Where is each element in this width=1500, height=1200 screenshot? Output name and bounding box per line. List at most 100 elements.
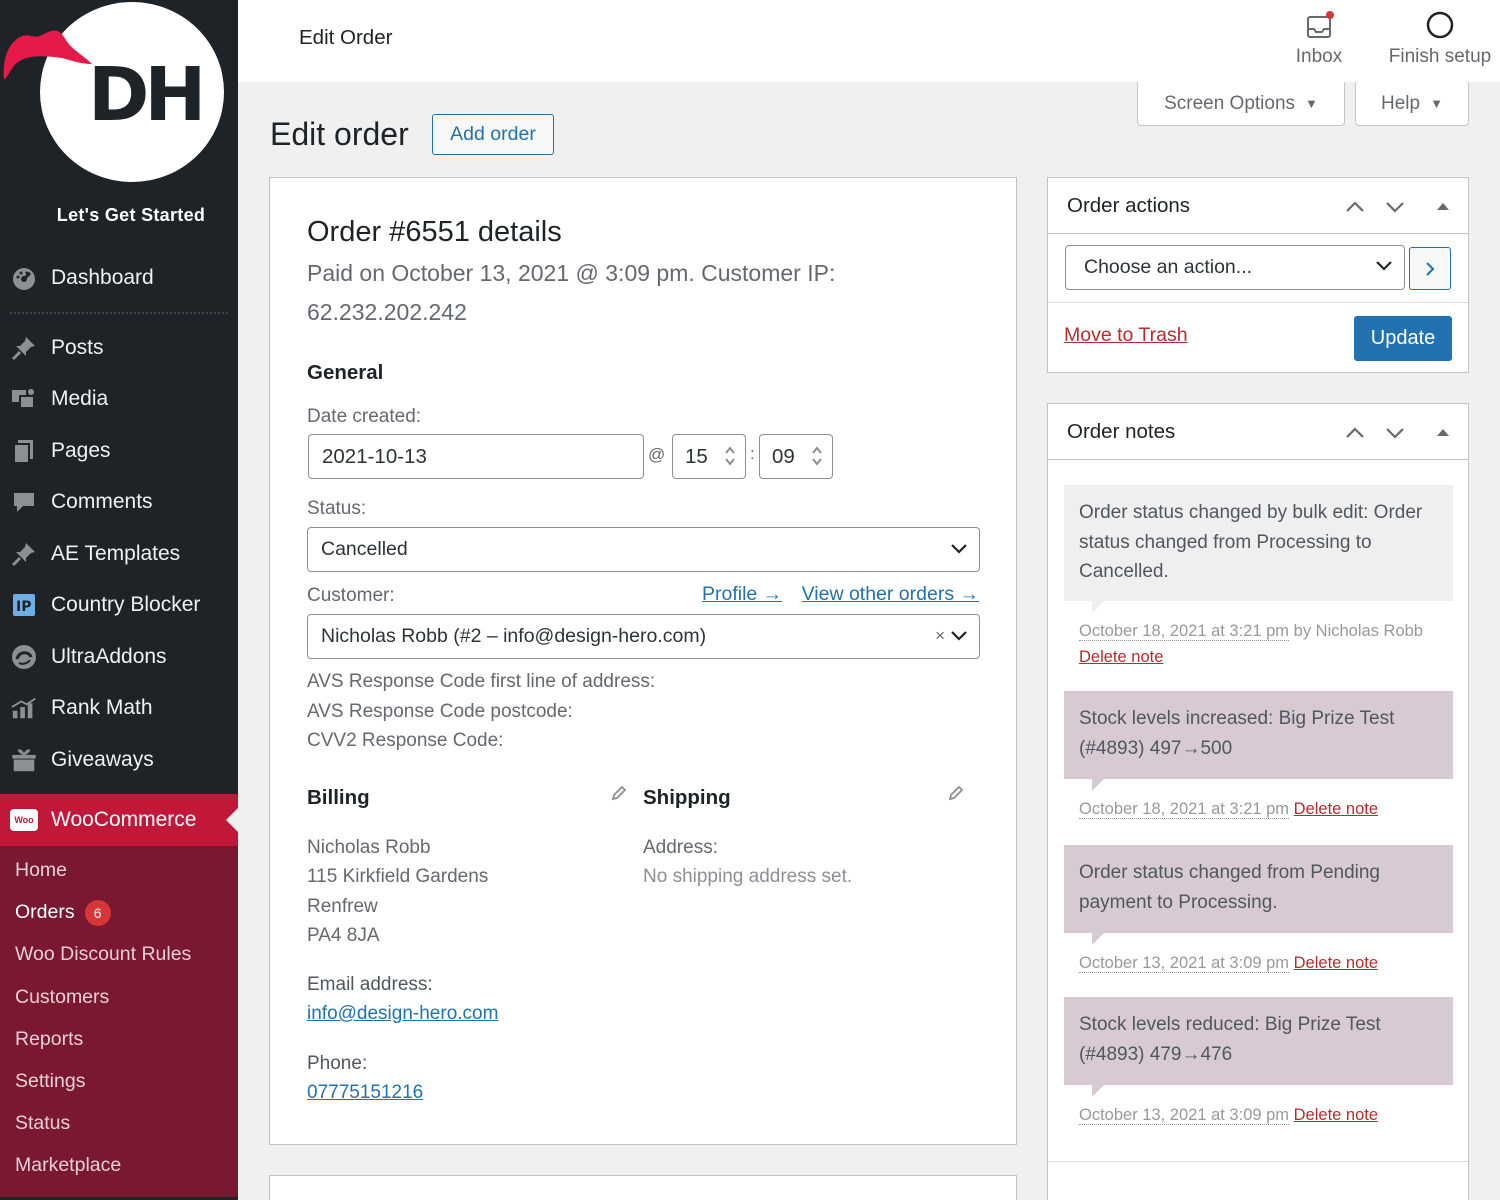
submenu-label: Settings — [15, 1070, 86, 1093]
submenu-item-woo-discount-rules[interactable]: Woo Discount Rules — [0, 934, 238, 976]
submenu-item-orders[interactable]: Orders 6 — [0, 892, 238, 934]
move-down-chevron-icon[interactable] — [1384, 196, 1406, 218]
note-timestamp: October 13, 2021 at 3:09 pm — [1079, 954, 1290, 973]
spinner-icon[interactable] — [723, 444, 737, 468]
update-button[interactable]: Update — [1354, 316, 1452, 361]
divider — [1048, 302, 1468, 303]
page-title: Edit order — [270, 116, 409, 152]
billing-street: 115 Kirkfield Gardens — [307, 866, 489, 887]
sidebar-item-woocommerce[interactable]: Woo WooCommerce — [0, 793, 238, 846]
edit-billing-pencil-icon[interactable] — [610, 784, 628, 802]
billing-name: Nicholas Robb — [307, 837, 431, 858]
finish-setup-button[interactable]: Finish setup — [1384, 8, 1496, 68]
customer-label: Customer: — [307, 585, 395, 606]
admin-sidebar: DH Let's Get Started Dashboard Posts Med… — [0, 0, 238, 1200]
apply-action-button[interactable] — [1409, 247, 1451, 290]
sidebar-item-giveaways[interactable]: Giveaways — [0, 734, 238, 786]
screen-options-button[interactable]: Screen Options ▼ — [1137, 82, 1345, 126]
logo-tagline: Let's Get Started — [56, 205, 206, 225]
delete-note-link[interactable]: Delete note — [1294, 800, 1378, 818]
profile-link[interactable]: Profile → — [702, 583, 782, 605]
order-note: Stock levels reduced: Big Prize Test (#4… — [1064, 997, 1453, 1097]
add-order-button[interactable]: Add order — [432, 114, 554, 155]
spinner-icon[interactable] — [810, 444, 824, 468]
order-note: Stock levels increased: Big Prize Test (… — [1064, 691, 1453, 791]
order-action-select[interactable]: Choose an action... — [1065, 245, 1405, 290]
giveaways-icon — [10, 746, 38, 774]
move-up-chevron-icon[interactable] — [1344, 196, 1366, 218]
submenu-item-settings[interactable]: Settings — [0, 1060, 238, 1102]
order-actions-header: Order actions — [1048, 178, 1468, 234]
customer-value: Nicholas Robb (#2 – info@design-hero.com… — [321, 625, 707, 647]
submenu-label: Status — [15, 1112, 71, 1135]
submenu-item-status[interactable]: Status — [0, 1103, 238, 1145]
submenu-item-customers[interactable]: Customers — [0, 976, 238, 1018]
sidebar-item-ae-templates[interactable]: AE Templates — [0, 528, 238, 580]
help-button[interactable]: Help ▼ — [1355, 82, 1469, 126]
delete-note-link[interactable]: Delete note — [1079, 648, 1163, 666]
sidebar-item-label: Rank Math — [51, 696, 153, 720]
sidebar-item-ultraaddons[interactable]: UltraAddons — [0, 631, 238, 683]
move-down-chevron-icon[interactable] — [1384, 422, 1406, 444]
phone-label: Phone: — [307, 1053, 368, 1074]
sidebar-item-label: Giveaways — [51, 747, 154, 771]
minute-value: 09 — [772, 444, 795, 468]
media-icon — [10, 385, 38, 413]
hour-input[interactable]: 15 — [672, 434, 746, 479]
chevron-down-icon — [951, 631, 967, 641]
minute-input[interactable]: 09 — [759, 434, 833, 479]
billing-postcode: PA4 8JA — [307, 925, 380, 946]
clear-selection-icon[interactable]: × — [935, 626, 945, 646]
order-data-panel: Order #6551 details Paid on October 13, … — [269, 177, 1017, 1145]
inbox-button[interactable]: Inbox — [1286, 8, 1352, 68]
collapse-toggle-icon[interactable] — [1432, 422, 1454, 444]
submenu-item-reports[interactable]: Reports — [0, 1018, 238, 1060]
note-timestamp: October 13, 2021 at 3:09 pm — [1079, 1106, 1290, 1125]
time-colon: : — [750, 444, 755, 463]
sidebar-item-media[interactable]: Media — [0, 374, 238, 426]
date-created-input[interactable]: 2021-10-13 — [308, 434, 644, 479]
orders-count-badge: 6 — [84, 899, 111, 926]
sidebar-item-dashboard[interactable]: Dashboard — [0, 252, 238, 304]
sidebar-item-comments[interactable]: Comments — [0, 477, 238, 529]
billing-city: Renfrew — [307, 896, 378, 917]
delete-note-link[interactable]: Delete note — [1294, 1106, 1378, 1124]
shipping-address-value: No shipping address set. — [643, 866, 853, 887]
top-header-bar: Edit Order Inbox Finish setup — [238, 0, 1500, 82]
sidebar-item-pages[interactable]: Pages — [0, 425, 238, 477]
submenu-label: Marketplace — [15, 1154, 122, 1177]
submenu-label: Customers — [15, 985, 110, 1008]
sidebar-item-label: Posts — [51, 335, 104, 359]
dashboard-icon — [10, 264, 38, 292]
email-link[interactable]: info@design-hero.com — [307, 999, 498, 1029]
brand-logo[interactable]: DH Let's Get Started — [0, 0, 238, 250]
hour-value: 15 — [685, 444, 708, 468]
customer-select[interactable]: Nicholas Robb (#2 – info@design-hero.com… — [307, 614, 980, 659]
comment-icon — [10, 488, 38, 516]
at-separator: @ — [648, 445, 666, 464]
sidebar-item-posts[interactable]: Posts — [0, 322, 238, 374]
woo-logo: Woo — [10, 808, 38, 831]
sidebar-item-rank-math[interactable]: Rank Math — [0, 683, 238, 735]
order-items-panel — [269, 1175, 1017, 1200]
phone-link[interactable]: 07775151216 — [307, 1078, 423, 1108]
customer-links: Profile → View other orders → — [688, 583, 979, 606]
move-up-chevron-icon[interactable] — [1344, 422, 1366, 444]
collapse-toggle-icon[interactable] — [1432, 196, 1454, 218]
status-select[interactable]: Cancelled — [307, 527, 980, 572]
edit-shipping-pencil-icon[interactable] — [947, 784, 965, 802]
note-meta: October 18, 2021 at 3:21 pm by Nicholas … — [1079, 618, 1449, 670]
view-other-orders-link[interactable]: View other orders → — [802, 583, 979, 605]
delete-note-link[interactable]: Delete note — [1294, 954, 1378, 972]
admin-menu: Dashboard Posts Media Pages Comments AE … — [0, 252, 238, 1197]
submenu-item-home[interactable]: Home — [0, 850, 238, 892]
status-value: Cancelled — [321, 538, 408, 560]
order-actions-box: Order actions Choose an action... Move t… — [1047, 177, 1469, 373]
move-to-trash-link[interactable]: Move to Trash — [1064, 324, 1188, 347]
note-meta: October 13, 2021 at 3:09 pm Delete note — [1079, 950, 1449, 976]
note-timestamp: October 18, 2021 at 3:21 pm — [1079, 622, 1290, 641]
avs-postcode-label: AVS Response Code postcode: — [307, 701, 573, 722]
submenu-item-marketplace[interactable]: Marketplace — [0, 1145, 238, 1187]
sidebar-item-label: Media — [51, 387, 109, 411]
sidebar-item-country-blocker[interactable]: IP Country Blocker — [0, 580, 238, 632]
